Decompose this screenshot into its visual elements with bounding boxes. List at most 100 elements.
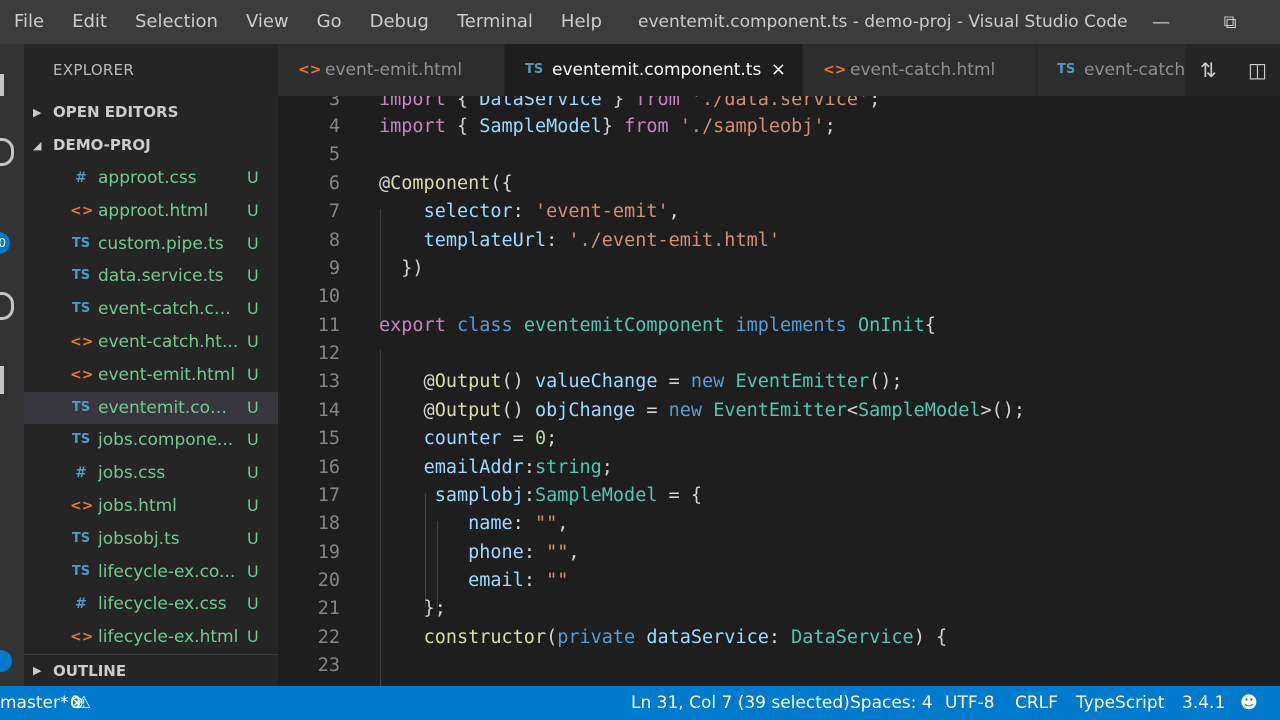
ts-file-icon: TS <box>71 301 91 317</box>
css-file-icon: # <box>75 596 87 613</box>
file-item[interactable]: TS event-catch.co... U <box>24 293 278 326</box>
restore-button[interactable]: ⧉ <box>1207 0 1253 44</box>
menu-help[interactable]: Help <box>547 0 616 44</box>
debug-icon[interactable] <box>0 292 14 320</box>
css-file-icon: # <box>75 465 87 482</box>
file-item[interactable]: TS lifecycle-ex.co... U <box>24 556 278 589</box>
window-title: eventemit.component.ts - demo-proj - Vis… <box>638 12 1128 32</box>
code-line: 19 phone: "", <box>317 542 580 563</box>
file-name: approot.css <box>98 168 197 188</box>
encoding-status[interactable]: UTF-8 <box>945 686 995 720</box>
html-file-icon: <> <box>298 62 322 78</box>
minimize-icon: — <box>1152 11 1170 33</box>
git-status-badge: U <box>247 331 259 351</box>
cursor-position[interactable]: Ln 31, Col 7 (39 selected) <box>631 686 850 720</box>
tab-event-emit-html[interactable]: <> event-emit.html <box>278 44 505 96</box>
code-line: 22 constructor(private dataService: Data… <box>317 627 948 648</box>
file-item[interactable]: <> lifecycle-ex.html U <box>24 621 278 654</box>
tab-label: eventemit.component.ts <box>552 60 762 80</box>
menu-debug[interactable]: Debug <box>356 0 443 44</box>
chevron-right-icon: ▶ <box>33 664 42 677</box>
ts-file-icon: TS <box>71 563 91 579</box>
code-line: 23 <box>317 655 340 676</box>
git-status-badge: U <box>247 627 259 647</box>
code-line: 18 name: "", <box>317 513 569 534</box>
git-status-badge: U <box>247 233 259 253</box>
file-name: event-emit.html <box>98 364 236 385</box>
menu-file[interactable]: File <box>0 0 58 44</box>
git-status-badge: U <box>247 528 259 548</box>
scm-badge: 0 <box>0 232 10 254</box>
file-name: jobs.html <box>98 495 177 516</box>
extensions-icon[interactable] <box>0 366 4 394</box>
file-item[interactable]: TS jobsobj.ts U <box>24 523 278 556</box>
outline-label: OUTLINE <box>53 662 127 680</box>
eol-status[interactable]: CRLF <box>1015 686 1058 720</box>
open-editors-section[interactable]: ▶ OPEN EDITORS <box>24 96 278 129</box>
activity-bar: 0 <box>0 44 24 686</box>
menu-go[interactable]: Go <box>303 0 356 44</box>
file-name: jobsobj.ts <box>98 528 180 549</box>
git-status-badge: U <box>247 594 259 614</box>
ts-file-icon: TS <box>71 399 91 415</box>
tab-eventemit-component-ts[interactable]: TS eventemit.component.ts × <box>505 44 803 96</box>
files-icon[interactable] <box>0 74 4 96</box>
tab-label: event-catch <box>1084 60 1186 80</box>
html-file-icon: <> <box>70 629 94 646</box>
menu-edit[interactable]: Edit <box>58 0 121 44</box>
chevron-right-icon: ▶ <box>33 106 42 119</box>
git-status-badge: U <box>247 364 259 384</box>
warning-count: 0 <box>70 693 81 713</box>
code-line: 12 <box>317 343 340 364</box>
search-icon[interactable] <box>0 138 14 166</box>
explorer-sidebar: EXPLORER ▶ OPEN EDITORS ◢ DEMO-PROJ # app… <box>24 44 278 686</box>
menu-view[interactable]: View <box>232 0 303 44</box>
compare-changes-icon[interactable]: ⇅ <box>1200 58 1217 82</box>
file-item[interactable]: # approot.css U <box>24 162 278 195</box>
code-line: 15 counter = 0; <box>317 428 558 449</box>
git-status-badge: U <box>247 200 259 220</box>
indentation-status[interactable]: Spaces: 4 <box>850 686 933 720</box>
ts-file-icon: TS <box>71 530 91 546</box>
code-line: 5 <box>328 144 340 165</box>
file-name: jobs.compone... <box>98 430 234 451</box>
file-item[interactable]: # lifecycle-ex.css U <box>24 588 278 621</box>
settings-badge[interactable] <box>0 650 12 672</box>
code-line: 3 import { DataService } from './data.ser… <box>328 96 881 110</box>
menu-terminal[interactable]: Terminal <box>443 0 547 44</box>
typescript-file-icon: TS <box>525 62 544 77</box>
menu-selection[interactable]: Selection <box>121 0 232 44</box>
tab-event-catch-ts[interactable]: TS event-catch <box>1037 44 1186 96</box>
file-item[interactable]: TS data.service.ts U <box>24 260 278 293</box>
language-mode[interactable]: TypeScript <box>1076 686 1164 720</box>
open-editors-label: OPEN EDITORS <box>53 103 179 121</box>
close-icon[interactable]: × <box>771 44 786 96</box>
file-name: lifecycle-ex.css <box>98 594 227 615</box>
git-status-badge: U <box>247 430 259 450</box>
typescript-version[interactable]: 3.4.1 <box>1182 686 1225 720</box>
feedback-icon[interactable]: ☻ <box>1240 686 1258 720</box>
file-name: approot.html <box>98 200 209 221</box>
file-item[interactable]: TS eventemit.com... U <box>24 391 278 425</box>
outline-section[interactable]: ▶ OUTLINE <box>24 654 278 686</box>
file-item[interactable]: <> event-catch.ht... U <box>24 326 278 359</box>
split-editor-icon[interactable]: ◫ <box>1248 58 1267 82</box>
project-label: DEMO-PROJ <box>53 136 151 154</box>
minimize-button[interactable]: — <box>1138 0 1184 44</box>
restore-icon: ⧉ <box>1223 11 1237 33</box>
file-item[interactable]: <> approot.html U <box>24 195 278 228</box>
tab-event-catch-html[interactable]: <> event-catch.html <box>803 44 1037 96</box>
html-file-icon: <> <box>70 202 94 219</box>
file-name: jobs.css <box>98 463 166 484</box>
file-item[interactable]: <> jobs.html U <box>24 490 278 523</box>
branch-status[interactable]: master* <box>0 686 68 720</box>
file-item[interactable]: TS jobs.compone... U <box>24 424 278 457</box>
project-section[interactable]: ◢ DEMO-PROJ <box>24 129 278 162</box>
file-item[interactable]: <> event-emit.html U <box>24 359 278 392</box>
code-editor[interactable]: 3 import { DataService } from './data.ser… <box>278 96 1280 686</box>
css-file-icon: # <box>75 170 87 186</box>
file-item[interactable]: TS custom.pipe.ts U <box>24 228 278 261</box>
code-line: 13 @Output() valueChange = new EventEmit… <box>317 371 903 392</box>
file-item[interactable]: # jobs.css U <box>24 457 278 490</box>
file-list: # approot.css U <> approot.html U TS custom.pip… <box>24 162 278 654</box>
